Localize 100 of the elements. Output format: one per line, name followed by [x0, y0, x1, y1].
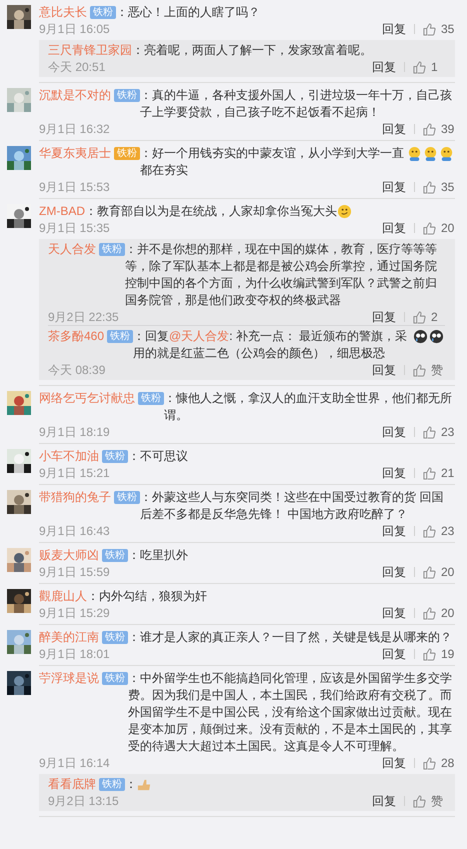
- reply-button[interactable]: 回复: [382, 121, 406, 137]
- user-name[interactable]: 意比夫长: [39, 4, 87, 21]
- like-icon[interactable]: [423, 180, 436, 194]
- reply-button[interactable]: 回复: [382, 424, 406, 440]
- like-icon[interactable]: [423, 524, 436, 538]
- reply-text: ：: [125, 776, 137, 793]
- like-count: 21: [441, 465, 455, 481]
- comment-text: ：内外勾结，狼狈为奸: [87, 588, 207, 605]
- smiley-icon: [423, 146, 438, 161]
- reply-text: ：回复@天人合发: 补充一点： 最近颁布的警旗，采用的就是红蓝二色（公鸡会的颜色），细思极恐: [133, 328, 408, 362]
- like-icon[interactable]: [413, 794, 426, 808]
- like-icon[interactable]: [413, 60, 426, 74]
- fan-badge: 铁粉: [102, 450, 128, 463]
- comment-text: ：吃里扒外: [128, 547, 188, 564]
- user-name[interactable]: 贩麦大师凶: [39, 547, 99, 564]
- fan-badge: 铁粉: [138, 392, 164, 405]
- reply-time: 今天 08:39: [48, 362, 106, 378]
- mention-link[interactable]: @天人合发: [169, 329, 230, 343]
- like-icon[interactable]: [423, 566, 436, 578]
- reply-button[interactable]: 回复: [382, 220, 406, 236]
- user-name[interactable]: 华夏东夷居士: [39, 145, 111, 162]
- like-icon[interactable]: [423, 466, 436, 480]
- like-count: 20: [441, 564, 455, 580]
- reply-text: ：亮着呢，两面人了解一下，发家致富着呢。: [132, 42, 372, 59]
- like-icon[interactable]: [423, 648, 436, 660]
- reply-button[interactable]: 回复: [382, 179, 406, 195]
- like-count: 39: [441, 121, 455, 137]
- comment-text: ：中外留学生也不能搞趋同化管理，应该是外国留学生多交学费。因为我们是中国人，本土国民，我们给政府有交税了。而外国留学生不是中国公民，没有给这个国家做出过贡献。现在是变本加厉，颠倒过来。没有贡献的，不是本土国民的，其享受的待遇大大超过本土国民。这真是令人不可理解。: [128, 670, 453, 755]
- reply-button[interactable]: 回复: [382, 523, 406, 539]
- user-name[interactable]: 三尺青锋卫家园: [48, 42, 132, 59]
- comment-time: 9月1日 15:35: [39, 220, 110, 236]
- like-count: 28: [441, 755, 455, 771]
- comment-time: 9月1日 15:59: [39, 564, 110, 580]
- reply-text: ：并不是你想的那样，现在中国的媒体，教育，医疗等等等等，除了军队基本上都是都是被公鸡会所掌控，通过国务院控制中国的各个方面，为什么收编武警到军队？武警之前归国务院管，那是他们政变夺权的终极武器: [125, 241, 438, 309]
- smiley-icon: [337, 204, 352, 219]
- reply-time: 今天 20:51: [48, 59, 106, 75]
- user-name[interactable]: 茶多酚460: [48, 328, 104, 345]
- comment-text: ：慷他人之慨，拿汉人的血汗支助全世界，他们都无所谓。: [164, 390, 453, 424]
- comment-text: ：谁才是人家的真正亲人？一目了然，关键是钱是从哪来的？: [128, 629, 452, 646]
- reply-button[interactable]: 回复: [382, 755, 406, 771]
- comment-time: 9月1日 16:14: [39, 755, 110, 771]
- like-icon[interactable]: [413, 310, 426, 324]
- like-icon[interactable]: [423, 756, 436, 770]
- comment-time: 9月1日 18:01: [39, 646, 110, 662]
- comment-time: 9月1日 18:19: [39, 424, 110, 440]
- reply-button[interactable]: 回复: [372, 309, 396, 325]
- comment-text: ：恶心！上面的人瞎了吗？: [116, 4, 260, 21]
- comment-text: ：外蒙这些人与东突同类！这些在中国受过教育的货 回国后差不多都是反华急先锋！ 中国地方政府吃醉了？: [140, 489, 444, 523]
- comment-time: 9月1日 15:29: [39, 605, 110, 621]
- like-icon[interactable]: [423, 222, 436, 234]
- reply-button[interactable]: 回复: [372, 59, 396, 75]
- fan-badge: 铁粉: [99, 243, 125, 256]
- comment-text: ：真的牛逼，各种支援外国人，引进垃圾一年十万，自己孩子上学要贷款，自己孩子吃不起饭看不起病！: [140, 87, 453, 121]
- user-name[interactable]: 带猎狗的兔子: [39, 489, 111, 506]
- fan-badge: 铁粉: [102, 672, 128, 685]
- like-count: 23: [441, 523, 455, 539]
- user-name[interactable]: 看看底牌: [48, 776, 96, 793]
- comment-time: 9月1日 16:32: [39, 121, 110, 137]
- comment-text: ：好一个用钱夯实的中蒙友谊，从小学到大学一直都在夯实: [140, 145, 405, 179]
- like-count: 35: [441, 179, 455, 195]
- like-count: 20: [441, 605, 455, 621]
- like-count: 19: [441, 646, 455, 662]
- comment-time: 9月1日 16:05: [39, 21, 110, 37]
- reply-button[interactable]: 回复: [372, 362, 396, 378]
- smiley-icon: [439, 146, 454, 161]
- like-count: 20: [441, 220, 455, 236]
- like-count: 赞: [431, 362, 444, 378]
- crying-face-icon: [413, 329, 428, 344]
- user-name[interactable]: 小车不加油: [39, 448, 99, 465]
- user-name[interactable]: 天人合发: [48, 241, 96, 258]
- user-name[interactable]: 醉美的江南: [39, 629, 99, 646]
- reply-button[interactable]: 回复: [382, 646, 406, 662]
- like-count: 23: [441, 424, 455, 440]
- reply-button[interactable]: 回复: [382, 465, 406, 481]
- fan-badge: 铁粉: [102, 549, 128, 562]
- like-icon[interactable]: [423, 606, 436, 620]
- user-name[interactable]: ZM-BAD: [39, 203, 85, 220]
- like-icon[interactable]: [423, 122, 436, 136]
- like-icon[interactable]: [423, 426, 436, 438]
- user-name[interactable]: 沉默是不对的: [39, 87, 111, 104]
- crying-face-icon: [429, 329, 444, 344]
- comment-text: ：教育部自以为是在统战，人家却拿你当冤大头: [85, 203, 337, 220]
- reply-button[interactable]: 回复: [382, 605, 406, 621]
- user-name[interactable]: 网络乞丐乞讨献忠: [39, 390, 135, 407]
- like-count: 35: [441, 21, 455, 37]
- reply-time: 9月2日 22:35: [48, 309, 119, 325]
- fan-badge: 铁粉: [107, 330, 134, 343]
- smiley-icon: [407, 146, 422, 161]
- fan-badge: 铁粉: [99, 778, 125, 791]
- comment-text: ：不可思议: [128, 448, 188, 465]
- like-icon[interactable]: [413, 364, 426, 376]
- reply-button[interactable]: 回复: [372, 793, 396, 809]
- like-icon[interactable]: [423, 22, 436, 36]
- user-name[interactable]: 觀鹿山人: [39, 588, 87, 605]
- fan-badge: 铁粉: [114, 491, 140, 504]
- reply-button[interactable]: 回复: [382, 564, 406, 580]
- reply-button[interactable]: 回复: [382, 21, 406, 37]
- user-name[interactable]: 苧浮球是说: [39, 670, 99, 687]
- fan-badge: 铁粉: [114, 89, 140, 102]
- comment-time: 9月1日 15:53: [39, 179, 110, 195]
